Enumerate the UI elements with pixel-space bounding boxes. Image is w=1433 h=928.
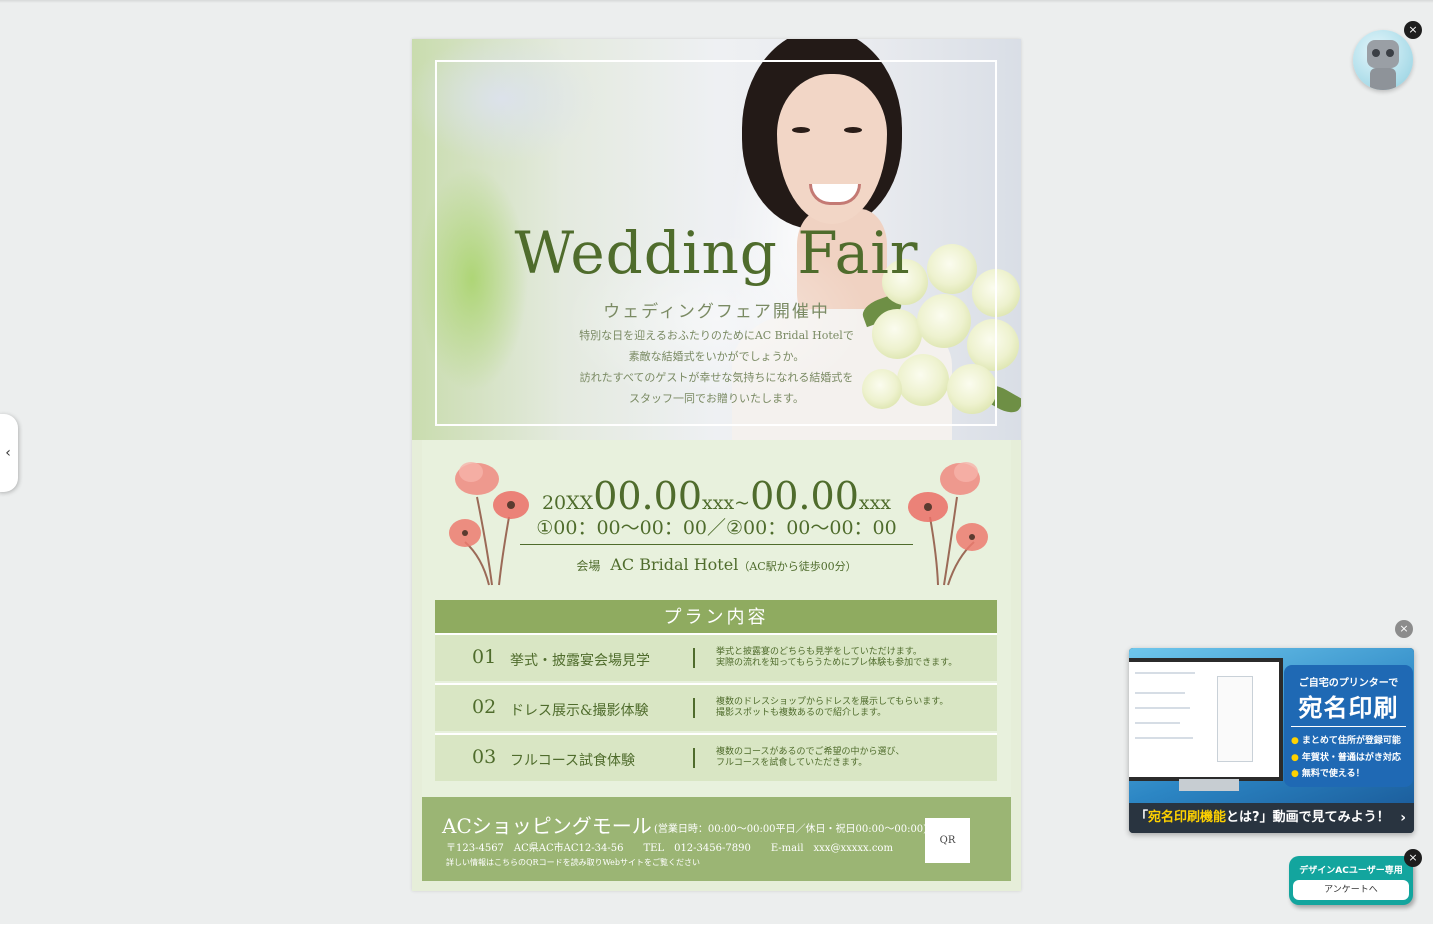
shop-note: 詳しい情報はこちらのQRコードを読み取りWebサイトをご覧ください [446,858,701,867]
top-shadow [0,0,1433,3]
close-icon[interactable]: × [1404,21,1422,39]
address-print-ad[interactable]: ご自宅のプリンターで 宛名印刷 ● まとめて住所が登録可能 ● 年賀状・普通はがき対… [1129,648,1414,833]
close-survey-icon[interactable]: × [1404,849,1422,867]
shop-name: ACショッピングモール [442,814,652,838]
event-time: ①00：00〜00：00／②00：00〜00：00 [536,517,897,539]
divider [520,544,913,545]
qr-code-placeholder: QR [925,818,970,863]
flyer-description-line: 訪れたすべてのゲストが幸せな気持ちになれる結婚式を [579,371,854,384]
ad-headline: 宛名印刷 [1298,694,1399,722]
ad-bullet: ● 年賀状・普通はがき対応 [1291,753,1401,763]
plan-item: 01 挙式・披露宴会場見学 挙式と披露宴のどちらも見学をしていただけます。 実際の… [435,633,997,681]
chevron-left-icon: ‹ [5,445,11,461]
assistant-robot-button[interactable] [1353,30,1413,90]
survey-button[interactable]: アンケートへ [1293,880,1409,900]
plan-item: 03 フルコース試食体験 複数のコースがあるのでご希望の中から選び、 フルコースを… [435,733,997,781]
flyer-description-line: スタッフ一同でお贈りいたします。 [629,392,804,405]
shop-contact: 〒123-4567 AC県AC市AC12-34-56 TEL 012-3456-… [446,843,893,854]
ad-bullet: ● 無料で使える！ [1291,769,1365,779]
survey-widget[interactable]: デザインACユーザー専用 アンケートへ [1289,856,1413,905]
page-bottom-edge [0,924,1433,928]
ad-headline-small: ご自宅のプリンターで [1298,678,1399,689]
event-date: 20XX00.00xxx~00.00xxx [541,474,892,518]
chevron-right-icon: › [1400,810,1406,826]
flyer-subtitle: ウェディングフェア開催中 [603,302,830,322]
flyer-description-line: 素敵な結婚式をいかがでしょうか。 [628,350,805,363]
flyer-title: Wedding Fair [514,219,919,287]
flyer-description-line: 特別な日を迎えるおふたりのためにAC Bridal Hotelで [579,329,854,342]
flyer-preview: Wedding Fair ウェディングフェア開催中 特別な日を迎えるおふたりのた… [412,39,1021,891]
robot-icon [1367,40,1399,68]
close-ad-icon[interactable]: × [1395,620,1413,638]
side-panel-toggle-button[interactable]: ‹ [0,414,18,492]
survey-title: デザインACユーザー専用 [1299,866,1403,876]
shop-hours: (営業日時：00:00〜00:00平日／休日・祝日00:00〜00:00) [654,824,928,835]
plan-item: 02 ドレス展示&撮影体験 複数のドレスショップからドレスを展示してもらいます。… [435,683,997,731]
ad-bullet: ● まとめて住所が登録可能 [1291,736,1401,746]
plan-heading: プラン内容 [435,600,997,633]
ad-video-link[interactable]: 「宛名印刷機能とは?」動画で見てみよう！ › [1129,803,1414,833]
monitor-illustration [1129,658,1283,781]
event-venue: 会場 AC Bridal Hotel（AC駅から徒歩00分） [576,555,857,574]
